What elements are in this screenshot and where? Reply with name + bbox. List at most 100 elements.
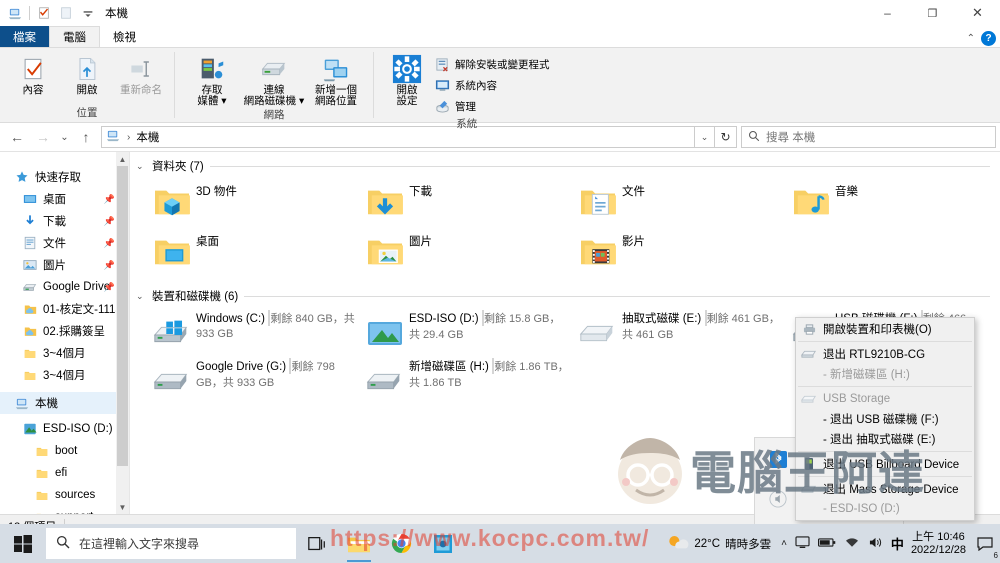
sidebar-item-support[interactable]: support bbox=[0, 506, 129, 514]
folder-item-documents[interactable]: 文件 bbox=[574, 176, 787, 226]
sidebar-item-documents[interactable]: 文件 📌 bbox=[0, 232, 129, 254]
maximize-button[interactable]: ❐ bbox=[910, 0, 955, 26]
uninstall-program-label: 解除安裝或變更程式 bbox=[455, 59, 550, 71]
add-network-location-button[interactable]: 新增一個 網路位置 bbox=[305, 51, 367, 107]
pin-icon[interactable]: 📌 bbox=[104, 194, 115, 205]
bluetooth-icon[interactable] bbox=[765, 446, 791, 472]
sidebar-item-google-drive[interactable]: Google Drive 📌 bbox=[0, 276, 129, 298]
chevron-down-icon[interactable]: ⌄ bbox=[136, 291, 146, 302]
sidebar-item-efi[interactable]: efi bbox=[0, 462, 129, 484]
drive-item-google-drive-g[interactable]: Google Drive (G:) 剩餘 798 GB，共 933 GB bbox=[148, 354, 361, 402]
up-button[interactable]: ↑ bbox=[73, 125, 99, 149]
address-dropdown-button[interactable]: ⌄ bbox=[695, 126, 715, 148]
properties-icon[interactable] bbox=[33, 2, 55, 24]
sidebar-item-downloads[interactable]: 下載 📌 bbox=[0, 210, 129, 232]
menu-item-eject-usb-drive-f[interactable]: - 退出 USB 磁碟機 (F:) bbox=[796, 409, 974, 429]
volume-icon[interactable] bbox=[765, 486, 791, 512]
folder-item-music[interactable]: 音樂 bbox=[787, 176, 1000, 226]
minimize-button[interactable]: – bbox=[865, 0, 910, 26]
pin-icon[interactable]: 📌 bbox=[104, 238, 115, 249]
folder-label: 3D 物件 bbox=[196, 186, 237, 198]
sidebar-item-esd-iso-d[interactable]: ESD-ISO (D:) bbox=[0, 418, 129, 440]
open-icon[interactable] bbox=[55, 2, 77, 24]
action-center-button[interactable]: 6 bbox=[974, 524, 998, 563]
sidebar-label: 本機 bbox=[35, 398, 58, 410]
menu-item-eject-usb-billboard-device[interactable]: 退出 USB Billboard Device bbox=[796, 454, 974, 474]
drive-item-windows-c[interactable]: Windows (C:) 剩餘 840 GB，共 933 GB bbox=[148, 306, 361, 354]
tab-view[interactable]: 檢視 bbox=[100, 26, 149, 47]
scroll-down-icon[interactable]: ▼ bbox=[116, 500, 129, 514]
menu-item-eject-removable-e[interactable]: - 退出 抽取式磁碟 (E:) bbox=[796, 429, 974, 449]
task-view-button[interactable] bbox=[296, 524, 338, 563]
recent-locations-button[interactable]: ⌄ bbox=[56, 125, 73, 149]
sidebar-label: 3~4個月 bbox=[43, 348, 86, 360]
folder-item-desktop[interactable]: 桌面 bbox=[148, 226, 361, 276]
menu-item-eject-mass-storage-device[interactable]: 退出 Mass Storage Device bbox=[796, 479, 974, 499]
sidebar-item-desktop[interactable]: 桌面 📌 bbox=[0, 188, 129, 210]
open-settings-button[interactable]: 開啟 設定 bbox=[380, 51, 434, 107]
sidebar-item-01-folder[interactable]: 01-核定文-111年 bbox=[0, 298, 129, 320]
customize-qat-icon[interactable] bbox=[77, 2, 99, 24]
start-button[interactable] bbox=[0, 524, 46, 563]
file-explorer-button[interactable] bbox=[338, 524, 380, 563]
sidebar-item-boot[interactable]: boot bbox=[0, 440, 129, 462]
menu-item-eject-rtl9210b-cg[interactable]: 退出 RTL9210B-CG bbox=[796, 344, 974, 364]
nav-pane-scrollbar[interactable]: ▲ ▼ bbox=[116, 152, 129, 514]
collapse-ribbon-icon[interactable]: ⌃ bbox=[967, 33, 975, 44]
forward-button[interactable]: → bbox=[30, 125, 56, 149]
sidebar-item-02-folder[interactable]: 02.採購簽呈 bbox=[0, 320, 129, 342]
map-network-drive-button[interactable]: 連線 網路磁碟機 ▾ bbox=[243, 51, 305, 107]
folder-item-downloads[interactable]: 下載 bbox=[361, 176, 574, 226]
breadcrumb[interactable]: 本機 bbox=[136, 129, 159, 145]
drive-item-new-volume-h[interactable]: 新增磁碟區 (H:) 剩餘 1.86 TB，共 1.86 TB bbox=[361, 354, 574, 402]
tab-computer[interactable]: 電腦 bbox=[49, 26, 100, 47]
taskbar-search-box[interactable]: 在這裡輸入文字來搜尋 bbox=[46, 528, 296, 559]
pinned-app-button[interactable] bbox=[422, 524, 464, 563]
open-button[interactable]: 開啟 bbox=[60, 51, 114, 96]
sidebar-item-quick-access[interactable]: 快速存取 bbox=[0, 166, 129, 188]
system-properties-icon bbox=[434, 78, 450, 94]
pin-icon[interactable]: 📌 bbox=[104, 260, 115, 271]
tab-file[interactable]: 檔案 bbox=[0, 26, 49, 47]
chrome-button[interactable] bbox=[380, 524, 422, 563]
chevron-down-icon[interactable]: ⌄ bbox=[136, 161, 146, 172]
drives-group-header[interactable]: ⌄ 裝置和磁碟機 (6) bbox=[130, 282, 1000, 306]
sidebar-item-this-pc[interactable]: 本機 bbox=[0, 392, 129, 414]
properties-button[interactable]: 內容 bbox=[6, 51, 60, 96]
monitor-icon[interactable] bbox=[795, 535, 810, 552]
volume-icon[interactable] bbox=[868, 536, 883, 552]
manage-button[interactable]: 管理 bbox=[434, 97, 554, 116]
downloads-icon bbox=[22, 213, 38, 229]
folder-item-3d-objects[interactable]: 3D 物件 bbox=[148, 176, 361, 226]
pin-icon[interactable]: 📌 bbox=[104, 282, 115, 293]
drive-item-esd-iso-d[interactable]: ESD-ISO (D:) 剩餘 15.8 GB，共 29.4 GB bbox=[361, 306, 574, 354]
tray-chevron-icon[interactable]: ˄ bbox=[781, 538, 787, 549]
back-button[interactable]: ← bbox=[4, 125, 30, 149]
sidebar-label: 01-核定文-111年 bbox=[43, 304, 127, 316]
folder-item-videos[interactable]: 影片 bbox=[574, 226, 787, 276]
weather-widget[interactable]: 22°C 晴時多雲 bbox=[667, 533, 781, 554]
battery-icon[interactable] bbox=[817, 537, 836, 551]
sidebar-item-sources[interactable]: sources bbox=[0, 484, 129, 506]
close-button[interactable]: ✕ bbox=[955, 0, 1000, 26]
access-media-button[interactable]: 存取 媒體 ▾ bbox=[181, 51, 243, 107]
wifi-icon[interactable] bbox=[844, 536, 860, 552]
folders-group-header[interactable]: ⌄ 資料夾 (7) bbox=[130, 152, 1000, 176]
pin-icon[interactable]: 📌 bbox=[104, 216, 115, 227]
scrollbar-thumb[interactable] bbox=[117, 166, 128, 466]
taskbar: 在這裡輸入文字來搜尋 22°C 晴時多雲 ˄ 中 上午 10:46 2022/1… bbox=[0, 524, 1000, 563]
taskbar-clock[interactable]: 上午 10:46 2022/12/28 bbox=[911, 531, 974, 557]
ime-indicator[interactable]: 中 bbox=[891, 534, 904, 553]
uninstall-program-button[interactable]: 解除安裝或變更程式 bbox=[434, 55, 554, 74]
search-box[interactable]: 搜尋 本機 bbox=[741, 126, 996, 148]
system-properties-button[interactable]: 系統內容 bbox=[434, 76, 554, 95]
sidebar-item-pictures[interactable]: 圖片 📌 bbox=[0, 254, 129, 276]
sidebar-item-3-4-months-a[interactable]: 3~4個月 bbox=[0, 342, 129, 364]
refresh-button[interactable]: ↻ bbox=[715, 126, 737, 148]
menu-item-open-devices-printers[interactable]: 開啟裝置和印表機(O) bbox=[796, 319, 974, 339]
drive-item-removable-e[interactable]: 抽取式磁碟 (E:) 剩餘 461 GB，共 461 GB bbox=[574, 306, 787, 354]
scroll-up-icon[interactable]: ▲ bbox=[116, 152, 129, 166]
sidebar-item-3-4-months-b[interactable]: 3~4個月 bbox=[0, 364, 129, 386]
help-icon[interactable]: ? bbox=[981, 31, 996, 46]
folder-item-pictures[interactable]: 圖片 bbox=[361, 226, 574, 276]
